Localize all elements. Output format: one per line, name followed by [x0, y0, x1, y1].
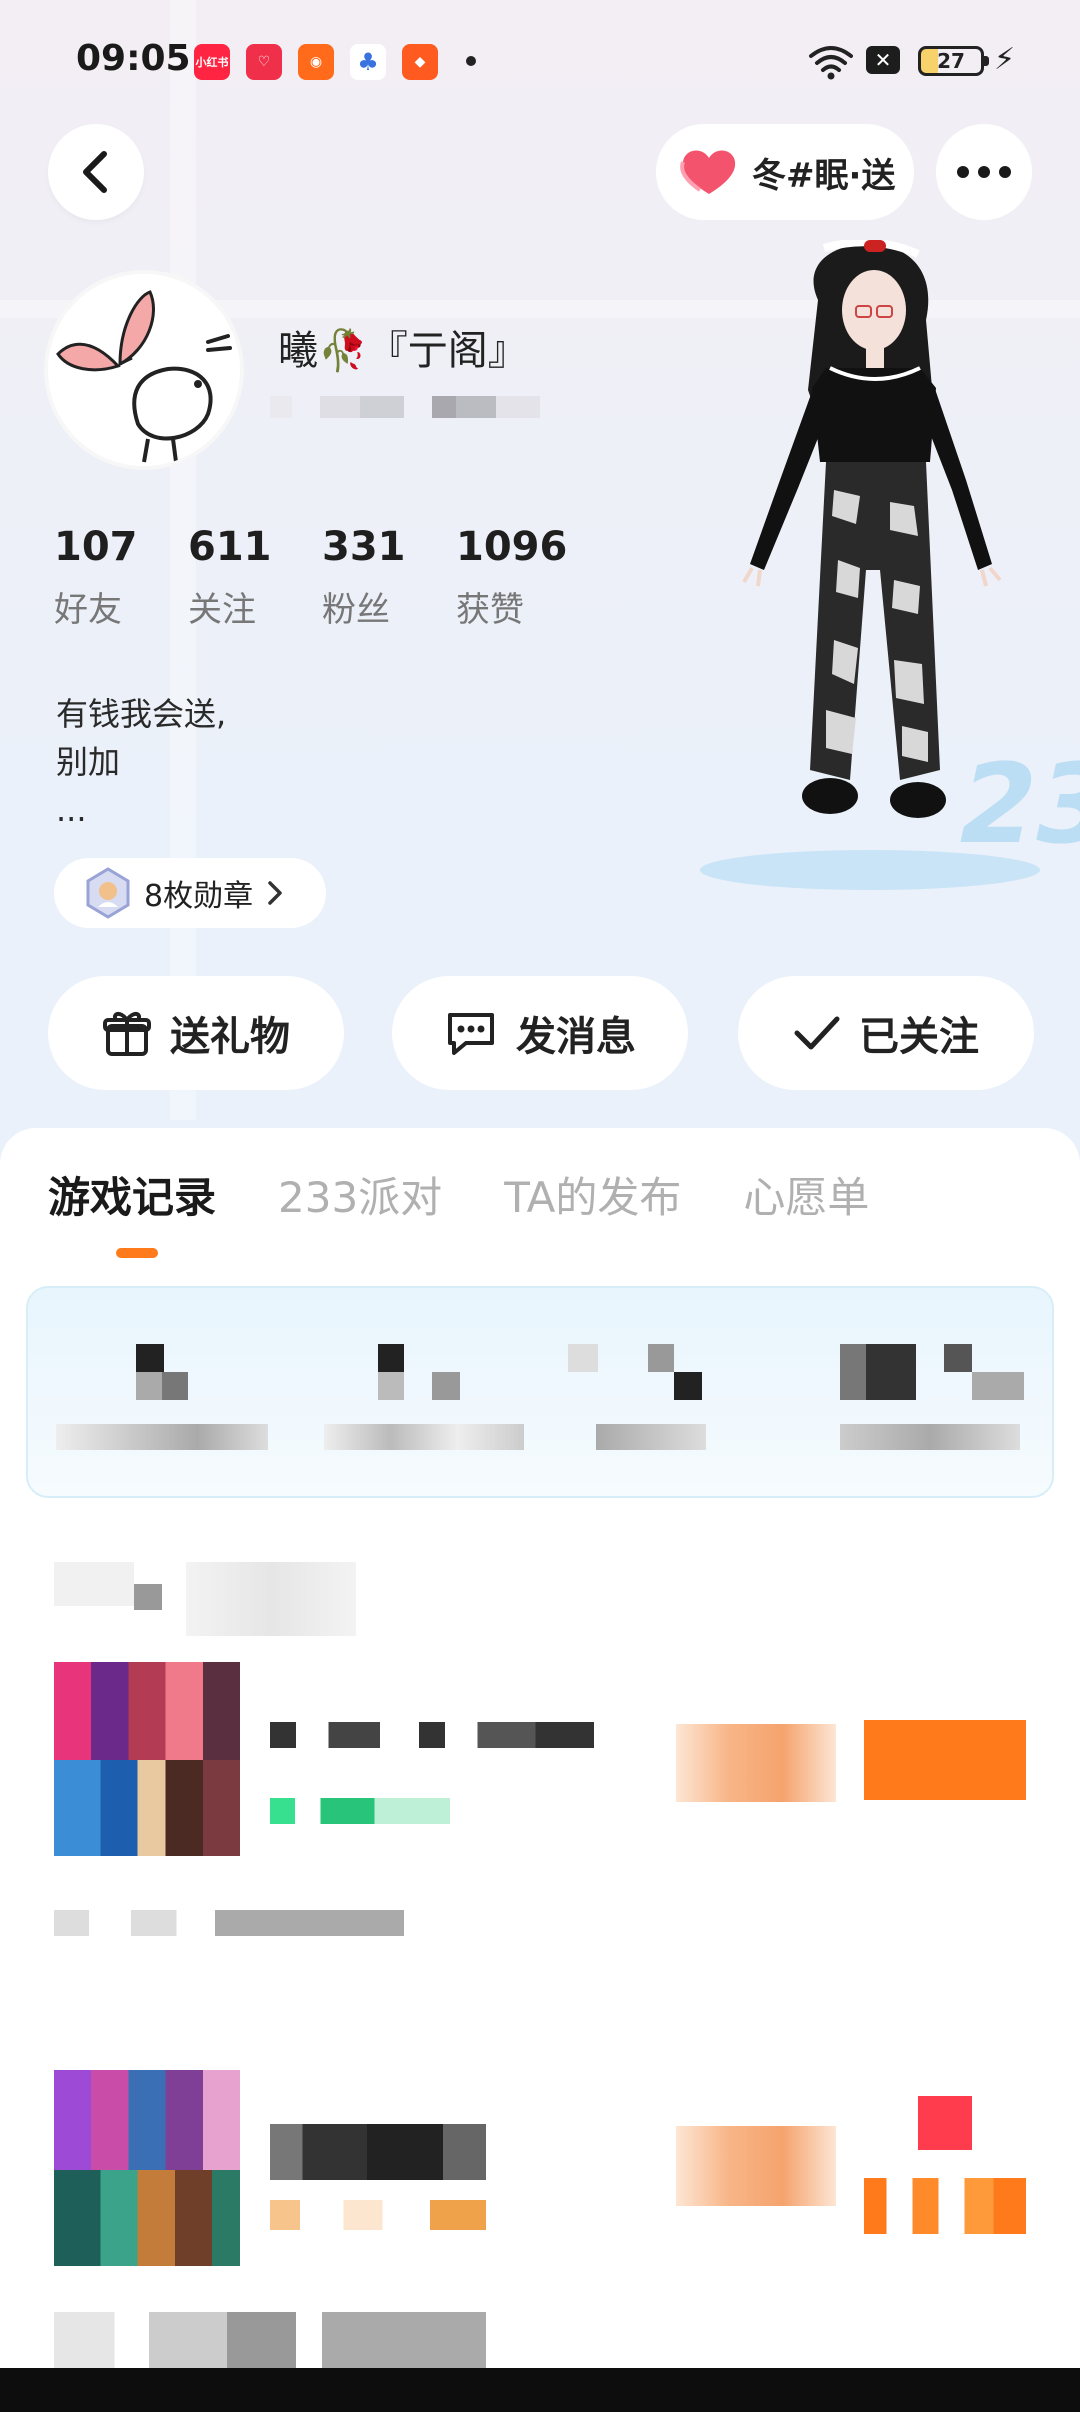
game-item-1-meta-redacted	[54, 1910, 404, 1936]
tab-posts[interactable]: TA的发布	[504, 1164, 681, 1225]
stat-following[interactable]: 611 关注	[188, 524, 322, 631]
check-icon	[794, 1016, 840, 1050]
game-item-2-play-button-redacted[interactable]	[864, 2178, 1026, 2234]
stat-likes-count: 1096	[456, 524, 568, 570]
back-button[interactable]	[48, 124, 144, 220]
xiaohongshu-icon: 小红书	[194, 44, 230, 80]
more-options-button[interactable]	[936, 124, 1032, 220]
paw-app-icon: ♣	[350, 44, 386, 80]
section-header-redacted	[54, 1562, 134, 1606]
badge-icon	[86, 867, 130, 919]
send-message-button[interactable]: 发消息	[392, 976, 688, 1090]
stat-friends-label: 好友	[54, 590, 122, 630]
game-item-2-badge-redacted	[918, 2096, 972, 2150]
nickname: 曦🥀『亍阁』	[278, 328, 528, 374]
tab-wishlist[interactable]: 心愿单	[743, 1164, 869, 1225]
stat-likes-label: 获赞	[456, 590, 524, 630]
stat-following-label: 关注	[188, 590, 256, 630]
game-item-2-action-redacted[interactable]	[676, 2126, 836, 2206]
message-icon	[448, 1013, 494, 1055]
wifi-icon	[809, 46, 853, 80]
party-room-label: 冬#眠·送	[752, 155, 896, 196]
badges-button[interactable]: 8枚勋章	[54, 858, 326, 928]
send-message-label: 发消息	[516, 1014, 636, 1060]
stat-friends-count: 107	[54, 524, 138, 570]
tab-game-records[interactable]: 游戏记录	[48, 1164, 216, 1225]
game-item-1-title-redacted	[270, 1722, 594, 1748]
sim-off-icon: ✕	[866, 46, 900, 74]
stat-friends[interactable]: 107 好友	[54, 524, 188, 631]
game-app-icon: ◆	[402, 44, 438, 80]
game-item-2-tag-redacted	[270, 2200, 486, 2230]
send-gift-button[interactable]: 送礼物	[48, 976, 344, 1090]
user-id-redacted	[270, 392, 540, 422]
status-time: 09:05	[76, 38, 191, 79]
game-item-2-cover	[54, 2170, 240, 2266]
game-item-1-action-redacted[interactable]	[676, 1724, 836, 1802]
tab-233-party[interactable]: 233派对	[278, 1164, 442, 1225]
game-record-summary-card[interactable]	[26, 1286, 1054, 1498]
butterfly-drawing-icon	[48, 274, 240, 466]
status-bar: 09:05 小红书 ♡ ◉ ♣ ◆ ✕ 27 ⚡	[0, 0, 1080, 120]
stat-fans[interactable]: 331 粉丝	[322, 524, 456, 631]
video-app-icon: ◉	[298, 44, 334, 80]
system-nav-bar	[0, 2368, 1080, 2412]
game-item-1-tag-redacted	[270, 1798, 450, 1824]
heart-app-icon: ♡	[246, 44, 282, 80]
tab-active-indicator	[116, 1248, 158, 1258]
game-item-1-cover	[54, 1760, 240, 1856]
heart-icon	[680, 150, 736, 194]
chevron-left-icon	[83, 151, 107, 193]
section-header-redacted	[134, 1584, 162, 1610]
more-dots-icon	[957, 166, 1011, 178]
game-item-2-meta-redacted	[54, 2312, 486, 2368]
game-item-2-title-redacted	[270, 2124, 486, 2180]
profile-page: 09:05 小红书 ♡ ◉ ♣ ◆ ✕ 27 ⚡ 冬#眠·送 曦🥀『亍阁』 10…	[0, 0, 1080, 2412]
following-label: 已关注	[859, 1014, 979, 1060]
stat-likes[interactable]: 1096 获赞	[456, 524, 590, 631]
profile-bio[interactable]: 有钱我会送, 别加 ...	[56, 690, 226, 834]
following-button[interactable]: 已关注	[738, 976, 1034, 1090]
more-notifications-dot	[466, 56, 476, 66]
stat-following-count: 611	[188, 524, 272, 570]
chevron-right-icon	[268, 881, 282, 905]
badges-label: 8枚勋章	[144, 879, 254, 914]
profile-stats: 107 好友 611 关注 331 粉丝 1096 获赞	[54, 524, 590, 631]
charging-icon: ⚡	[994, 42, 1016, 77]
send-gift-label: 送礼物	[170, 1014, 290, 1060]
character-avatar-3d[interactable]	[730, 240, 1030, 870]
gift-icon	[103, 1012, 151, 1056]
battery-icon: 27	[918, 46, 989, 76]
stat-fans-count: 331	[322, 524, 406, 570]
game-item-1-play-button-redacted[interactable]	[864, 1720, 1026, 1800]
section-header-redacted	[186, 1562, 356, 1636]
profile-tabs: 游戏记录 233派对 TA的发布 心愿单	[48, 1164, 869, 1225]
stat-fans-label: 粉丝	[322, 590, 390, 630]
avatar[interactable]	[44, 270, 244, 470]
party-room-button[interactable]: 冬#眠·送	[656, 124, 914, 220]
